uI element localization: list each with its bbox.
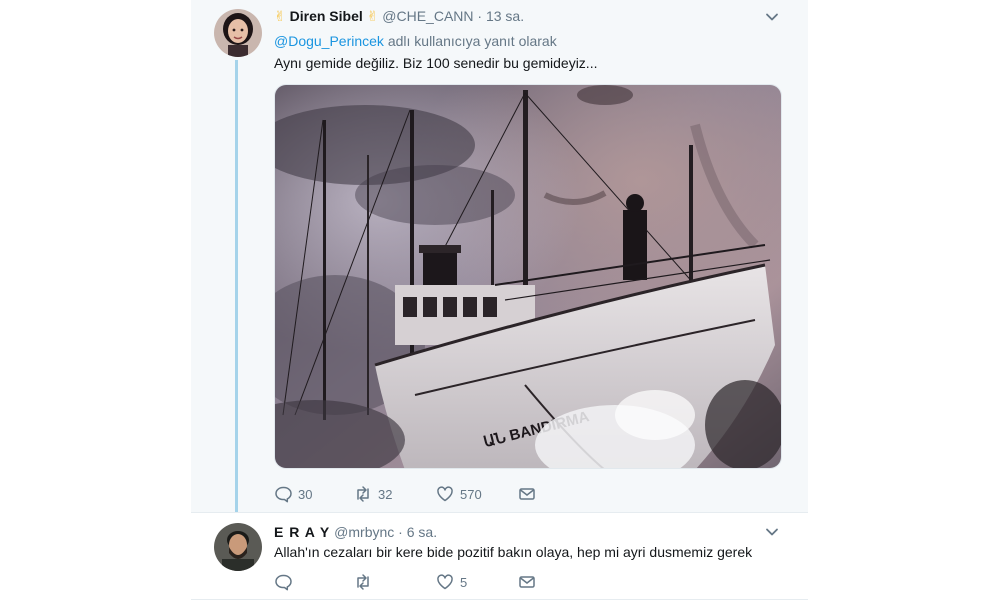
tweet-thread: ✌ Diren Sibel ✌ @CHE_CANN · 13 sa. @Dogu… bbox=[191, 0, 808, 600]
chevron-down-icon[interactable] bbox=[763, 8, 781, 26]
avatar[interactable] bbox=[214, 523, 262, 571]
thread-connector-line bbox=[235, 60, 238, 512]
separator: · bbox=[398, 524, 403, 540]
tweet-header: ✌ Diren Sibel ✌ @CHE_CANN · 13 sa. bbox=[274, 7, 524, 25]
reply-icon bbox=[275, 486, 292, 503]
like-icon bbox=[437, 574, 453, 590]
tweet-actions: 5 bbox=[274, 573, 536, 591]
tweet-actions: 30 32 570 bbox=[274, 485, 536, 503]
like-count: 5 bbox=[460, 574, 468, 590]
display-name[interactable]: E R A Y bbox=[274, 524, 330, 540]
tweet-text: Allah'ın cezaları bir kere bide pozitif … bbox=[274, 544, 753, 560]
like-button[interactable]: 570 bbox=[436, 485, 518, 503]
tweet-text: Aynı gemide değiliz. Biz 100 senedir bu … bbox=[274, 55, 598, 71]
main-tweet[interactable]: ✌ Diren Sibel ✌ @CHE_CANN · 13 sa. @Dogu… bbox=[191, 0, 808, 512]
retweet-icon bbox=[357, 486, 369, 502]
tweet-media-image[interactable]: ԱՆ BANDIRMA bbox=[274, 84, 782, 469]
message-icon bbox=[519, 576, 535, 588]
display-name[interactable]: Diren Sibel bbox=[290, 8, 363, 24]
reply-icon bbox=[275, 574, 292, 591]
chevron-down-icon[interactable] bbox=[763, 523, 781, 541]
tweet-header: E R A Y @mrbync · 6 sa. bbox=[274, 523, 437, 541]
reply-tweet[interactable]: E R A Y @mrbync · 6 sa. Allah'ın cezalar… bbox=[191, 512, 808, 600]
tweet-timestamp[interactable]: 6 sa. bbox=[407, 524, 437, 540]
reply-count: 30 bbox=[298, 486, 313, 502]
like-icon bbox=[437, 486, 453, 502]
like-count: 570 bbox=[460, 486, 482, 502]
avatar[interactable] bbox=[214, 9, 262, 57]
tweet-timestamp[interactable]: 13 sa. bbox=[486, 8, 524, 24]
user-handle[interactable]: @CHE_CANN bbox=[382, 8, 473, 24]
reply-button[interactable]: 30 bbox=[274, 485, 354, 503]
victory-hand-emoji: ✌ bbox=[366, 8, 379, 24]
retweet-icon bbox=[357, 574, 369, 590]
victory-hand-emoji: ✌ bbox=[274, 8, 286, 24]
like-button[interactable]: 5 bbox=[436, 573, 518, 591]
retweet-count: 32 bbox=[378, 486, 393, 502]
separator: · bbox=[477, 8, 483, 24]
message-icon bbox=[519, 488, 535, 500]
reply-button[interactable] bbox=[274, 573, 354, 591]
user-handle[interactable]: @mrbync bbox=[334, 524, 394, 540]
reply-context: @Dogu_Perincek adlı kullanıcıya yanıt ol… bbox=[274, 32, 557, 50]
reply-mention-link[interactable]: @Dogu_Perincek bbox=[274, 33, 384, 49]
direct-message-button[interactable] bbox=[518, 573, 536, 591]
reply-context-label: adlı kullanıcıya yanıt olarak bbox=[383, 33, 557, 49]
retweet-button[interactable]: 32 bbox=[354, 485, 436, 503]
direct-message-button[interactable] bbox=[518, 485, 536, 503]
ship-photo: ԱՆ BANDIRMA bbox=[275, 85, 781, 468]
retweet-button[interactable] bbox=[354, 573, 436, 591]
